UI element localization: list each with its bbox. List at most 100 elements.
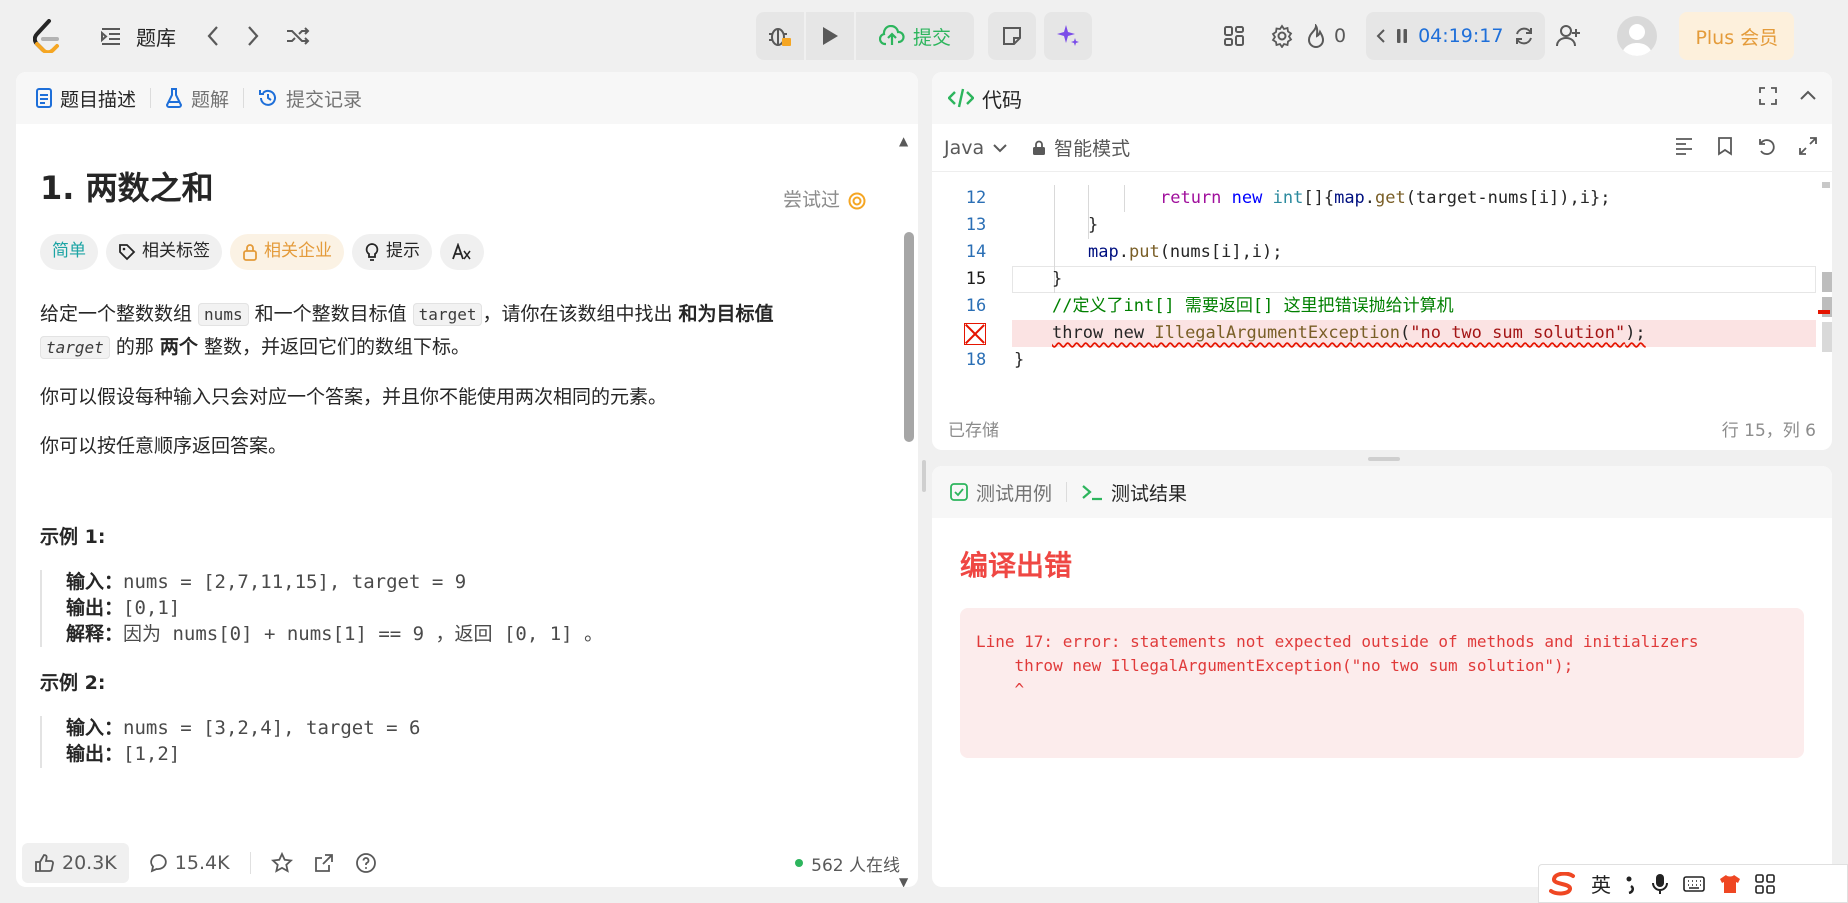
undo-icon[interactable] — [1756, 136, 1776, 156]
leetcode-logo-icon[interactable] — [32, 18, 62, 54]
problem-tabs: 题目描述 题解 提交记录 — [16, 72, 918, 124]
online-dot — [795, 859, 804, 867]
desc-bold: 两个 — [159, 336, 198, 359]
maximize-icon[interactable] — [1758, 86, 1778, 106]
chevron-right-icon[interactable] — [246, 25, 260, 47]
code-line: throw new IllegalArgumentException("no t… — [932, 320, 1816, 347]
skin-icon[interactable] — [1719, 874, 1741, 894]
code-token: return — [1160, 188, 1222, 208]
code-token: (nums[i],i); — [1159, 242, 1283, 262]
code-text: } — [1088, 212, 1098, 239]
target-icon — [848, 192, 866, 210]
code-panel-actions — [1758, 86, 1818, 106]
desc-text: 整数，并返回它们的数组下标。 — [197, 336, 470, 359]
compile-error-message: Line 17: error: statements not expected … — [960, 608, 1804, 758]
chevron-down-icon — [992, 142, 1008, 154]
terminal-icon — [1081, 483, 1103, 501]
related-companies-chip[interactable]: 相关企业 — [230, 234, 344, 270]
keyboard-icon[interactable] — [1683, 875, 1705, 892]
translate-chip[interactable] — [440, 234, 484, 270]
help-icon[interactable] — [355, 852, 377, 874]
code-editor[interactable]: 12 return new int[]{map.get(target-nums[i… — [932, 172, 1816, 404]
code-line: 18} — [932, 347, 1816, 374]
tab-test-cases[interactable]: 测试用例 — [950, 479, 1052, 506]
like-button[interactable]: 20.3K — [22, 843, 129, 883]
code-token: 这里把错误抛给计算机 — [1273, 296, 1454, 316]
add-user-icon[interactable] — [1545, 12, 1593, 60]
shuffle-icon[interactable] — [286, 26, 310, 46]
ai-button[interactable] — [1044, 12, 1092, 60]
tab-divider — [1066, 482, 1068, 502]
note-button[interactable] — [988, 12, 1036, 60]
tab-test-result[interactable]: 测试结果 — [1081, 479, 1187, 506]
online-label: 562 人在线 — [811, 855, 900, 876]
problem-title: 1. 两数之和 — [40, 169, 214, 207]
submit-button[interactable]: 提交 — [856, 12, 974, 60]
cursor-position: 行 15，列 6 — [1721, 420, 1816, 441]
debug-button[interactable] — [756, 12, 804, 60]
line-number: 14 — [965, 242, 987, 262]
desc-text: 和一个整数目标值 — [248, 303, 413, 325]
streak-count: 0 — [1334, 25, 1347, 47]
format-icon[interactable] — [1674, 136, 1694, 156]
code-token: int[] — [1123, 296, 1175, 316]
tab-description[interactable]: 题目描述 — [36, 85, 136, 112]
layout-grid-icon[interactable] — [1210, 12, 1258, 60]
chevron-left-icon[interactable] — [1376, 28, 1386, 44]
problem-list-nav[interactable]: 题库 — [100, 22, 206, 51]
scrollbar-thumb[interactable] — [904, 232, 914, 442]
run-button[interactable] — [806, 12, 854, 60]
related-tags-chip[interactable]: 相关标签 — [106, 234, 222, 270]
submit-label: 提交 — [912, 26, 951, 49]
line-number: 15 — [965, 269, 987, 289]
code-token: } — [1052, 269, 1063, 289]
example-row: 输入： nums = [2,7,11,15], target = 9 — [66, 570, 890, 596]
result-panel: 测试用例 测试结果 编译出错 Line 17: error: statement… — [932, 466, 1832, 887]
avatar[interactable] — [1617, 16, 1658, 56]
list-indent-icon — [100, 26, 122, 46]
tag-icon — [118, 243, 136, 261]
checkbox-icon — [950, 483, 968, 501]
sogou-logo-icon[interactable] — [1549, 871, 1577, 896]
expand-icon[interactable] — [1798, 136, 1818, 156]
tab-submissions-label: 提交记录 — [286, 88, 363, 111]
plus-member-button[interactable]: Plus 会员 — [1679, 12, 1795, 60]
reset-icon[interactable] — [1513, 25, 1535, 47]
difficulty-badge: 简单 — [40, 234, 98, 270]
scroll-up-arrow[interactable]: ▲ — [899, 134, 908, 148]
gear-icon[interactable] — [1258, 12, 1306, 60]
horizontal-resize-handle[interactable] — [1368, 457, 1400, 461]
description-paragraph: 给定一个整数数组 nums 和一个整数目标值 target ，请你在该数组中找出 … — [40, 298, 890, 365]
language-select[interactable]: Java — [944, 137, 1008, 159]
star-icon[interactable] — [270, 852, 293, 874]
chevron-left-icon[interactable] — [206, 25, 220, 47]
code-token: throw new — [1052, 323, 1155, 343]
comment-icon — [149, 853, 169, 873]
bookmark-icon[interactable] — [1716, 136, 1734, 156]
code-text: } — [1052, 266, 1062, 293]
streak-counter[interactable]: 0 — [1306, 24, 1346, 48]
top-bar-left: 题库 — [32, 18, 310, 54]
ime-language[interactable]: 英 — [1591, 869, 1611, 898]
pause-icon[interactable] — [1396, 28, 1408, 44]
code-line: 16 //定义了int[] 需要返回[] 这里把错误抛给计算机 — [932, 293, 1816, 320]
tab-submissions[interactable]: 提交记录 — [258, 85, 362, 112]
chevron-up-icon[interactable] — [1798, 86, 1818, 106]
code-text: return new int[]{map.get(target-nums[i])… — [1160, 185, 1610, 212]
code-panel-header: 代码 — [932, 72, 1832, 124]
smart-mode-toggle[interactable]: 智能模式 — [1032, 134, 1130, 161]
hints-chip[interactable]: 提示 — [352, 234, 432, 270]
line-number: 13 — [965, 215, 987, 235]
comments-button[interactable]: 15.4K — [149, 852, 230, 874]
share-icon[interactable] — [313, 852, 335, 874]
language-value: Java — [944, 136, 985, 159]
code-line: 13} — [932, 212, 1816, 239]
minimap[interactable] — [1816, 172, 1832, 404]
error-marker-icon[interactable] — [964, 323, 986, 345]
tab-solutions[interactable]: 题解 — [165, 85, 229, 112]
vertical-resize-handle[interactable] — [922, 460, 926, 492]
microphone-icon[interactable] — [1651, 873, 1669, 895]
code-token: IllegalArgumentException — [1154, 323, 1400, 343]
grid-menu-icon[interactable] — [1755, 873, 1775, 894]
punctuation-icon[interactable] — [1625, 874, 1637, 894]
